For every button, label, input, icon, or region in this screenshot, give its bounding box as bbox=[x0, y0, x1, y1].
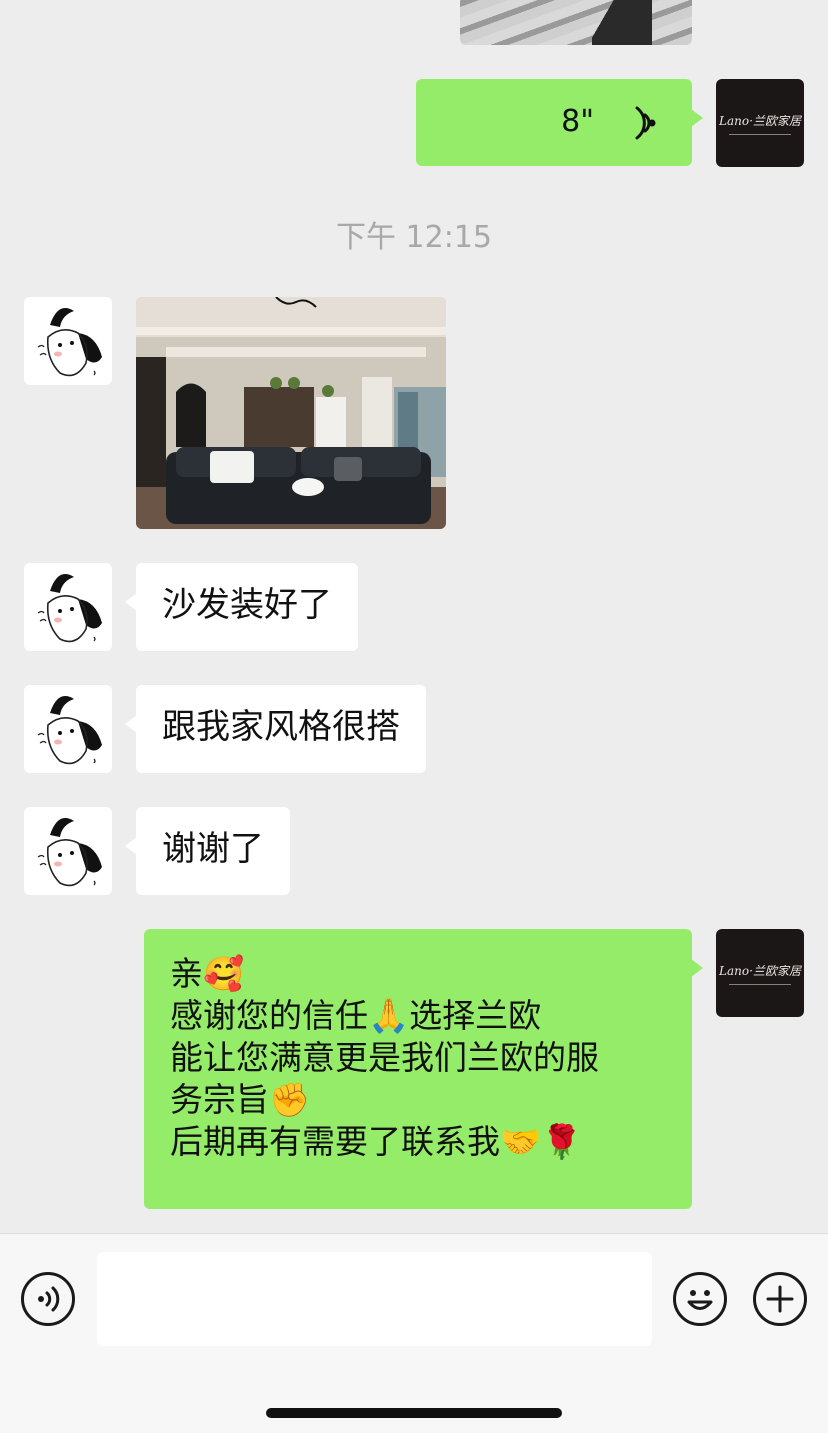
sent-text-bubble[interactable]: 亲🥰 感谢您的信任🙏选择兰欧 能让您满意更是我们兰欧的服 务宗旨✊ 后期再有需要… bbox=[144, 929, 703, 1209]
emoji-button[interactable] bbox=[673, 1272, 727, 1326]
received-text-bubble[interactable]: 沙发装好了 bbox=[125, 563, 358, 651]
received-text-bubble[interactable]: 跟我家风格很搭 bbox=[125, 685, 426, 773]
voice-message-bubble[interactable]: 8" bbox=[416, 79, 703, 166]
voice-mode-icon bbox=[38, 1286, 60, 1312]
my-avatar[interactable]: Lano·兰欧家居 bbox=[716, 79, 804, 167]
plus-button[interactable] bbox=[753, 1272, 807, 1326]
message-text: 沙发装好了 bbox=[162, 585, 332, 625]
contact-avatar[interactable] bbox=[24, 563, 112, 651]
brand-logo-underline bbox=[729, 133, 791, 135]
brand-logo-text: Lano·兰欧家居 bbox=[719, 113, 801, 128]
message-timestamp: 下午 12:15 bbox=[336, 220, 492, 255]
message-line: 务宗旨✊ bbox=[170, 1080, 311, 1119]
message-text: 谢谢了 bbox=[162, 829, 264, 869]
sofa-living-room-photo[interactable] bbox=[136, 297, 446, 529]
previous-image-message[interactable] bbox=[460, 0, 692, 45]
my-avatar[interactable]: Lano·兰欧家居 bbox=[716, 929, 804, 1017]
message-line: 能让您满意更是我们兰欧的服 bbox=[170, 1038, 599, 1077]
contact-avatar[interactable] bbox=[24, 685, 112, 773]
message-line: 感谢您的信任🙏选择兰欧 bbox=[170, 996, 542, 1035]
voice-wave-icon bbox=[635, 106, 656, 140]
voice-mode-button[interactable] bbox=[21, 1272, 75, 1326]
message-text: 跟我家风格很搭 bbox=[162, 707, 400, 747]
home-indicator[interactable] bbox=[266, 1408, 562, 1418]
plus-icon bbox=[766, 1285, 794, 1313]
cartoon-dog-icon bbox=[37, 818, 102, 887]
contact-avatar[interactable] bbox=[24, 297, 112, 385]
chat-area[interactable]: 8" Lano·兰欧家居 下午 12:15 沙发装好了 跟我家风格很搭 谢谢了 … bbox=[0, 0, 828, 1233]
cartoon-dog-icon bbox=[37, 308, 102, 377]
voice-duration: 8" bbox=[561, 104, 594, 139]
message-input[interactable] bbox=[97, 1252, 652, 1346]
emoji-icon bbox=[687, 1290, 713, 1310]
received-text-bubble[interactable]: 谢谢了 bbox=[125, 807, 290, 895]
cartoon-dog-icon bbox=[37, 574, 102, 643]
brand-logo-underline bbox=[729, 983, 791, 985]
message-line: 后期再有需要了联系我🤝🌹 bbox=[170, 1122, 583, 1161]
message-line: 亲🥰 bbox=[170, 954, 245, 993]
photo-image bbox=[136, 297, 446, 529]
contact-avatar[interactable] bbox=[24, 807, 112, 895]
input-bar bbox=[0, 1233, 828, 1433]
brand-logo-text: Lano·兰欧家居 bbox=[719, 963, 801, 978]
cartoon-dog-icon bbox=[37, 696, 102, 765]
